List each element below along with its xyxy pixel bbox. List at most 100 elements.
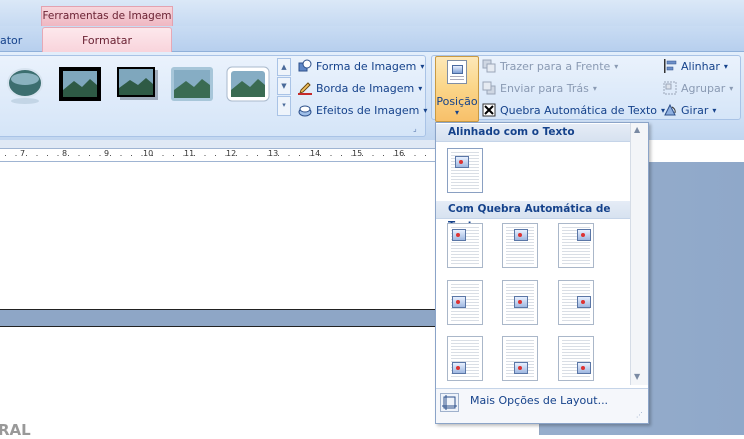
picture-border-button[interactable]: Borda de Imagem ▾ — [298, 78, 422, 98]
ruler-tick — [89, 155, 90, 156]
chevron-down-icon: ▾ — [592, 83, 597, 93]
style-thick-black-frame[interactable] — [58, 66, 101, 102]
picture-effects-label: Efeitos de Imagem — [316, 103, 420, 117]
position-icon — [447, 60, 467, 84]
layout-middle-center[interactable] — [502, 280, 538, 325]
ruler-tick — [414, 155, 416, 156]
style-soft-edge[interactable] — [170, 66, 213, 102]
chevron-down-icon: ▾ — [729, 83, 734, 93]
resize-grip-icon[interactable]: ⋰ — [636, 411, 643, 419]
layout-top-right[interactable] — [558, 223, 594, 268]
style-oval-reflected[interactable] — [4, 66, 46, 104]
picture-shape-button[interactable]: Forma de Imagem ▾ — [298, 56, 424, 76]
ruler-number: 15 — [352, 149, 363, 158]
more-layout-options-link[interactable]: Mais Opções de Layout... — [470, 394, 608, 407]
document-text: RAL — [0, 421, 31, 439]
dialog-launcher-icon[interactable]: ⌟ — [413, 124, 417, 133]
gallery-more-button[interactable]: ▾ — [277, 96, 291, 116]
ruler-tick — [173, 155, 174, 156]
ruler-tick — [99, 155, 101, 156]
ruler-tick — [299, 155, 300, 156]
rotate-button[interactable]: Girar ▾ — [663, 100, 716, 120]
align-button[interactable]: Alinhar ▾ — [663, 56, 728, 76]
context-tab-title: Ferramentas de Imagem — [41, 6, 173, 26]
style-rounded-white-frame[interactable] — [226, 66, 270, 102]
position-dropdown: Alinhado com o Texto Com Quebra Automáti… — [435, 122, 649, 424]
text-wrap-icon — [482, 103, 496, 117]
wrap-section-header: Com Quebra Automática de Texto — [436, 201, 630, 232]
tab-formatar[interactable]: Formatar — [42, 27, 172, 53]
chevron-down-icon: ▾ — [418, 83, 423, 93]
text-wrap-button[interactable]: Quebra Automática de Texto ▾ — [482, 100, 665, 120]
ruler-tick — [57, 155, 59, 156]
align-icon — [663, 59, 677, 73]
gallery-scroll-up-button[interactable]: ▲ — [277, 58, 291, 76]
layout-top-left[interactable] — [447, 223, 483, 268]
chevron-down-icon: ▾ — [454, 108, 459, 117]
ruler-tick — [68, 155, 69, 156]
layout-bottom-right[interactable] — [558, 336, 594, 381]
ruler-tick — [257, 155, 258, 156]
ruler-tick — [5, 155, 6, 156]
ruler-number: 12 — [226, 149, 237, 158]
layout-options-icon — [440, 393, 459, 412]
layout-bottom-center[interactable] — [502, 336, 538, 381]
ruler-number: 7 — [20, 149, 26, 158]
scroll-down-icon[interactable]: ▼ — [634, 372, 640, 381]
ruler-tick — [131, 155, 132, 156]
rotate-label: Girar — [681, 103, 709, 117]
ruler-number: 11 — [184, 149, 195, 158]
picture-effects-button[interactable]: Efeitos de Imagem ▾ — [298, 100, 427, 120]
scroll-up-icon[interactable]: ▲ — [634, 125, 640, 134]
layout-bottom-left[interactable] — [447, 336, 483, 381]
chevron-down-icon: ▾ — [723, 61, 728, 71]
group-label: Agrupar — [681, 81, 726, 95]
group-button[interactable]: Agrupar ▾ — [663, 78, 733, 98]
ruler-number: 13 — [268, 149, 279, 158]
effects-icon — [298, 103, 312, 117]
chevron-down-icon: ▾ — [712, 105, 717, 115]
send-to-back-button[interactable]: Enviar para Trás ▾ — [482, 78, 597, 98]
layout-middle-left[interactable] — [447, 280, 483, 325]
ruler-tick — [36, 155, 38, 156]
align-label: Alinhar — [681, 59, 720, 73]
ruler-number: 8 — [62, 149, 68, 158]
ruler-number: 10 — [143, 149, 154, 158]
chevron-down-icon: ▾ — [423, 105, 428, 115]
ruler-tick — [215, 155, 216, 156]
ruler-tick — [120, 155, 122, 156]
position-label: Posição — [436, 95, 478, 108]
picture-border-label: Borda de Imagem — [316, 81, 415, 95]
tab-layout-partial[interactable]: ator — [0, 32, 22, 52]
bring-to-front-label: Trazer para a Frente — [500, 59, 611, 73]
ruler-tick — [288, 155, 290, 156]
ruler-tick — [372, 155, 374, 156]
rotate-icon — [663, 103, 677, 117]
send-back-icon — [482, 81, 496, 95]
layout-inline-with-text[interactable] — [447, 148, 483, 193]
dropdown-footer: Mais Opções de Layout... ⋰ — [436, 388, 648, 423]
style-drop-shadow-black[interactable] — [116, 66, 158, 102]
ruler-tick — [78, 155, 80, 156]
ruler-tick — [204, 155, 206, 156]
layout-middle-right[interactable] — [558, 280, 594, 325]
ruler-number: 16 — [394, 149, 405, 158]
dropdown-scrollbar[interactable]: ▲ ▼ — [630, 123, 648, 385]
ruler-tick — [47, 155, 48, 156]
ruler-tick — [383, 155, 384, 156]
ruler-scale: 7 8 9 10 11 12 13 14 15 16 — [0, 148, 435, 162]
bring-to-front-button[interactable]: Trazer para a Frente ▾ — [482, 56, 618, 76]
picture-shape-label: Forma de Imagem — [316, 59, 417, 73]
send-to-back-label: Enviar para Trás — [500, 81, 589, 95]
chevron-down-icon: ▾ — [614, 61, 619, 71]
ruler-tick — [330, 155, 332, 156]
gallery-scroll-down-button[interactable]: ▼ — [277, 77, 291, 95]
group-icon — [663, 81, 677, 95]
position-button[interactable]: Posição ▾ — [435, 56, 479, 122]
bring-front-icon — [482, 59, 496, 73]
inline-section-header: Alinhado com o Texto — [436, 124, 630, 142]
ruler-number: 14 — [310, 149, 321, 158]
ruler-tick — [15, 155, 17, 156]
chevron-down-icon: ▾ — [420, 61, 425, 71]
layout-top-center[interactable] — [502, 223, 538, 268]
